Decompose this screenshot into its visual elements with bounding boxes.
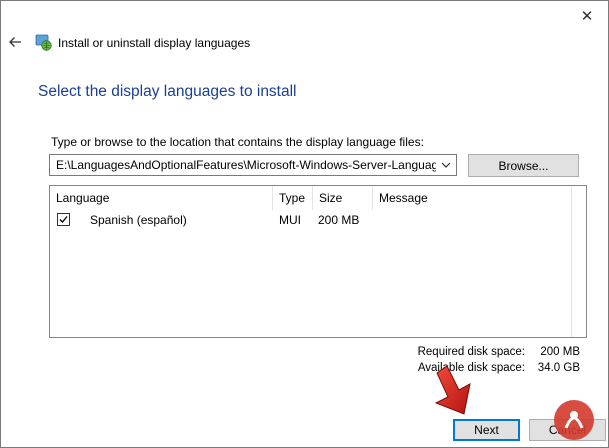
path-label: Type or browse to the location that cont… [51, 135, 424, 149]
close-button[interactable]: ✕ [565, 1, 609, 30]
column-header-language[interactable]: Language [50, 186, 272, 210]
column-header-type[interactable]: Type [273, 186, 312, 210]
language-list[interactable]: Language Type Size Message Spanish (espa… [49, 185, 587, 338]
dialog-window: ✕ Install or uninstall display languages… [0, 0, 609, 448]
back-arrow-icon[interactable] [7, 34, 23, 50]
browse-button[interactable]: Browse... [468, 154, 579, 177]
language-checkbox[interactable] [57, 213, 70, 226]
column-header-message[interactable]: Message [373, 186, 571, 210]
path-value[interactable]: E:\LanguagesAndOptionalFeatures\Microsof… [56, 158, 436, 172]
language-type: MUI [279, 213, 301, 227]
available-disk-label: Available disk space: [417, 362, 525, 374]
language-name: Spanish (español) [90, 213, 187, 227]
language-size: 200 MB [318, 213, 360, 227]
list-item[interactable]: Spanish (español) MUI 200 MB [50, 210, 571, 230]
window-title: Install or uninstall display languages [58, 36, 251, 50]
page-heading: Select the display languages to install [38, 83, 297, 100]
column-header-size[interactable]: Size [313, 186, 372, 210]
checkmark-icon [59, 216, 68, 223]
required-disk-value: 200 MB [540, 346, 580, 358]
available-disk-value: 34.0 GB [537, 362, 580, 374]
required-disk-label: Required disk space: [417, 346, 525, 358]
close-icon: ✕ [580, 7, 594, 25]
path-combobox[interactable]: E:\LanguagesAndOptionalFeatures\Microsof… [49, 154, 457, 176]
chevron-down-icon[interactable] [438, 157, 454, 173]
language-globe-icon [35, 34, 52, 51]
next-button[interactable]: Next [453, 419, 520, 441]
cancel-button[interactable]: Cancel [529, 419, 606, 441]
column-divider [571, 186, 572, 337]
